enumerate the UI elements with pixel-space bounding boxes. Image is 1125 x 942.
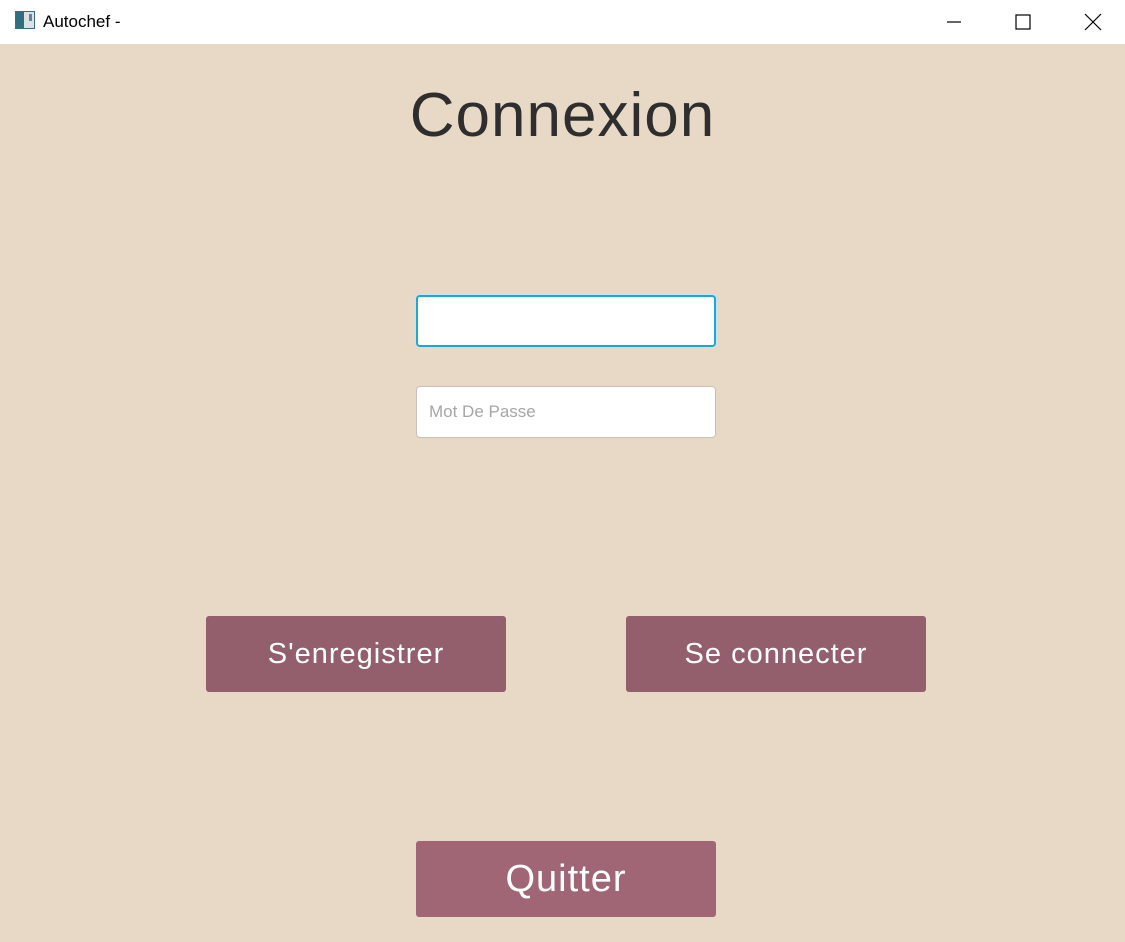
login-button[interactable]: Se connecter xyxy=(626,616,926,692)
password-field[interactable] xyxy=(416,386,716,438)
window-title: Autochef - xyxy=(43,12,121,31)
maximize-icon xyxy=(1015,14,1031,30)
title-bar[interactable]: Autochef - xyxy=(0,0,1125,44)
quit-button[interactable]: Quitter xyxy=(416,841,716,917)
minimize-icon xyxy=(947,21,961,23)
close-icon xyxy=(1084,13,1102,31)
register-button[interactable]: S'enregistrer xyxy=(206,616,506,692)
app-window: Autochef - Connexion S'enregistrer Se co… xyxy=(0,0,1125,942)
maximize-button[interactable] xyxy=(988,0,1058,44)
app-window-icon xyxy=(15,11,35,29)
page-title: Connexion xyxy=(409,81,716,150)
username-field[interactable] xyxy=(416,295,716,347)
close-button[interactable] xyxy=(1058,0,1125,44)
minimize-button[interactable] xyxy=(919,0,989,44)
